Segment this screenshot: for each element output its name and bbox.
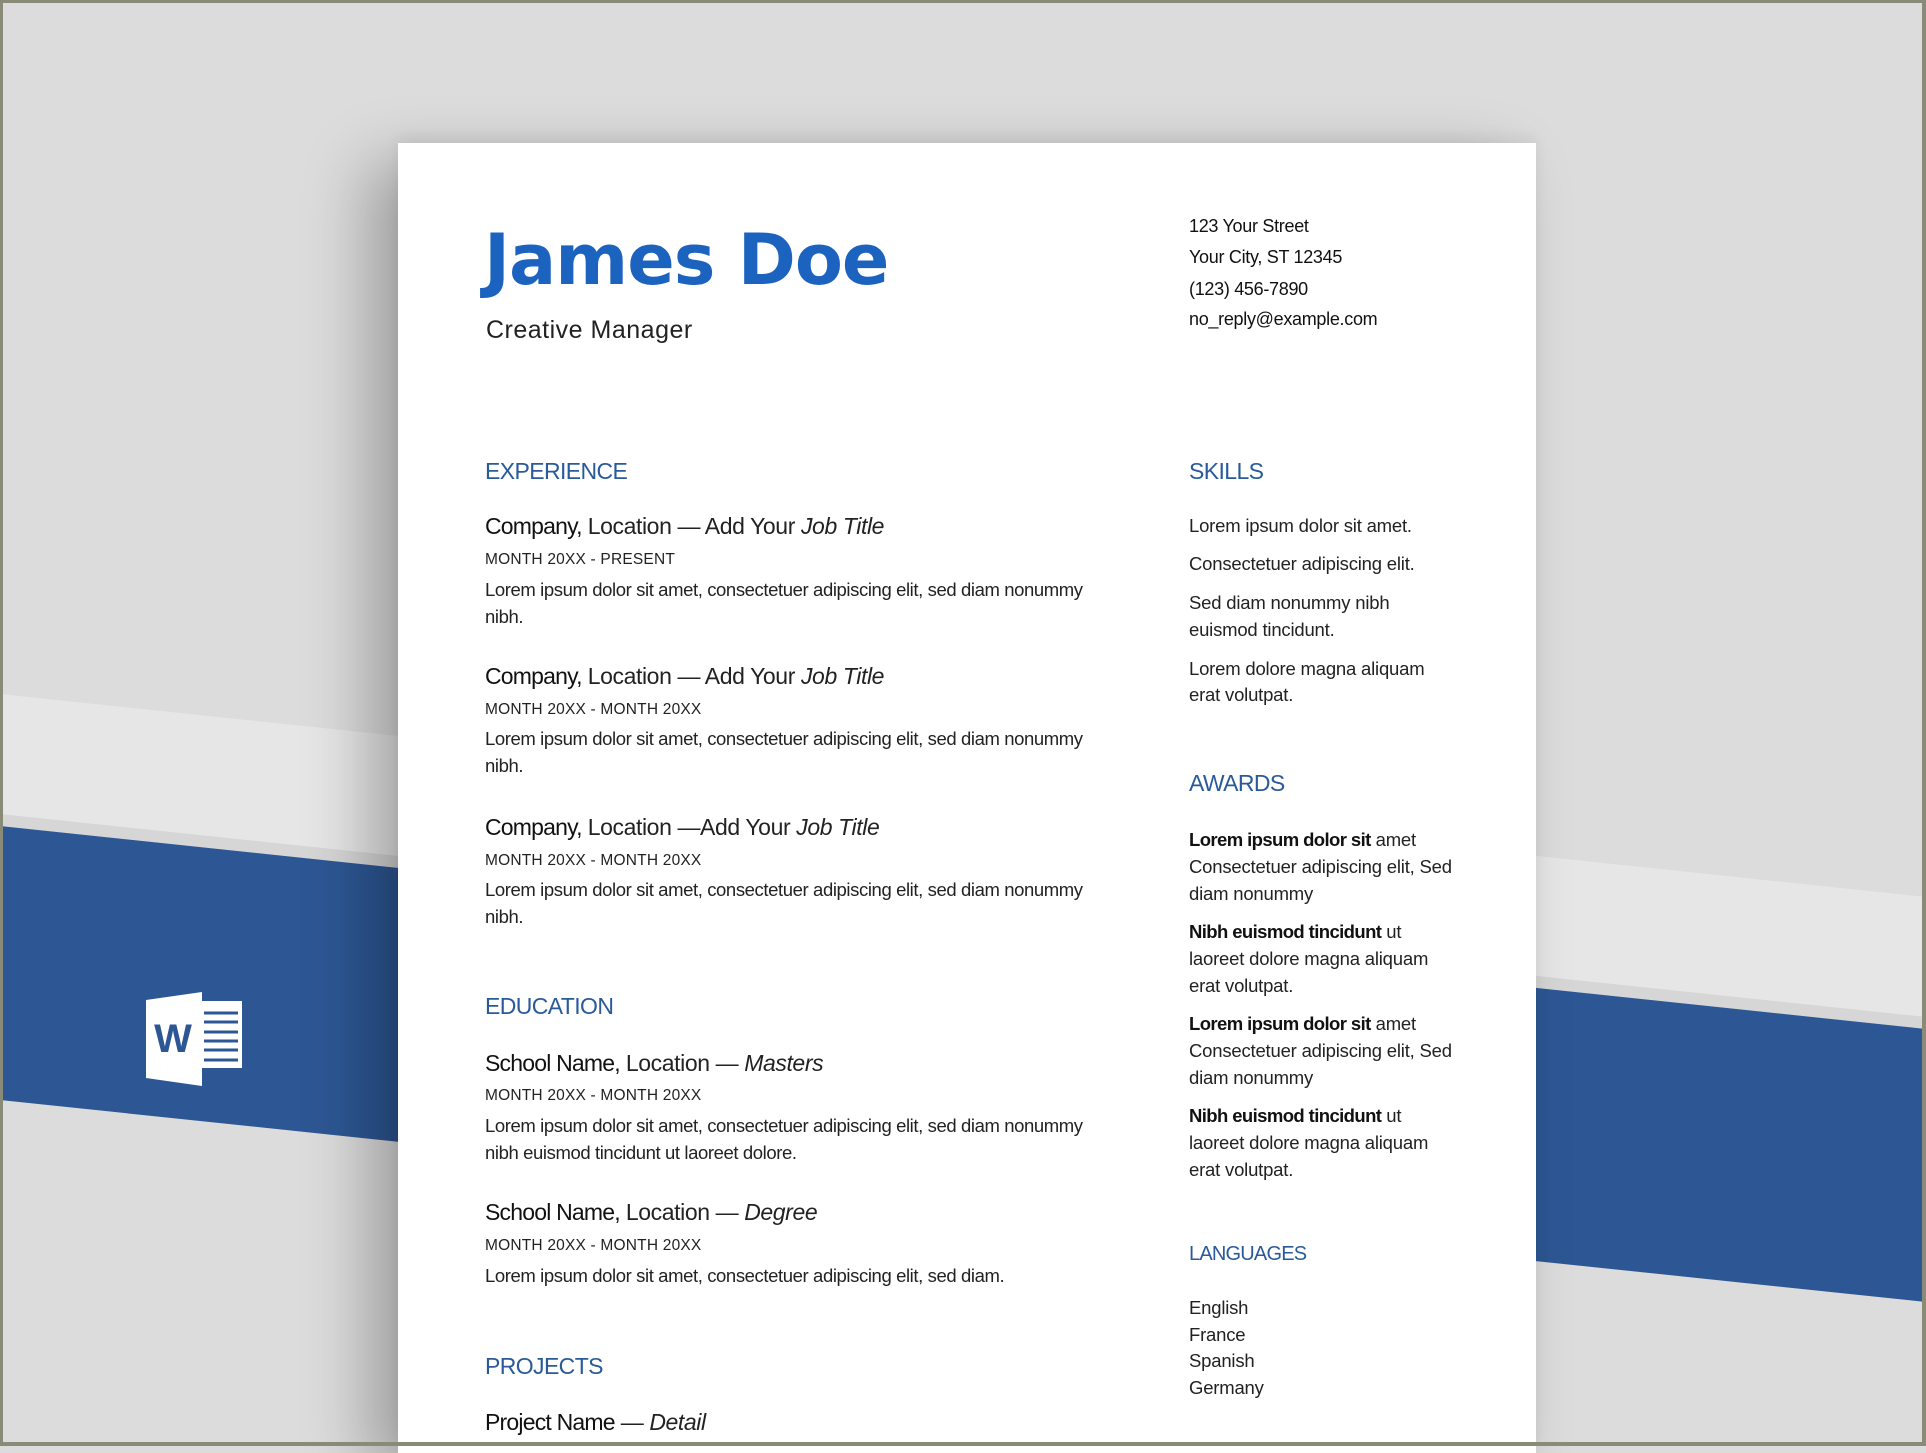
experience-entry-head: Company, Location — Add Your Job Title — [485, 513, 884, 540]
award-item-line: laoreet dolore magna aliquam — [1189, 948, 1429, 969]
degree: Masters — [744, 1050, 824, 1076]
award-item-line: Consectetuer adipiscing elit, Sed — [1189, 1040, 1452, 1061]
experience-heading: EXPERIENCE — [485, 458, 628, 484]
project-sep: — — [614, 1409, 650, 1435]
job-title: Job Title — [796, 814, 880, 840]
language-item: Germany — [1189, 1377, 1264, 1398]
experience-entry-head: Company, Location —Add Your Job Title — [485, 814, 880, 841]
award-item-title: Lorem ipsum dolor sit amet — [1189, 1013, 1416, 1035]
education-dates: MONTH 20XX - MONTH 20XX — [485, 1237, 702, 1254]
experience-desc-line: Lorem ipsum dolor sit amet, consectetuer… — [485, 579, 1083, 600]
education-entry-head: School Name, Location — Degree — [485, 1199, 818, 1226]
experience-desc-line: Lorem ipsum dolor sit amet, consectetuer… — [485, 879, 1083, 900]
resume-page: James Doe Creative Manager 123 Your Stre… — [398, 143, 1536, 1453]
location-text: Location —Add Your — [581, 814, 797, 840]
award-item-line: diam nonummy — [1189, 883, 1314, 904]
award-item-title: Nibh euismod tincidunt ut — [1189, 921, 1402, 943]
school-name: School Name, — [485, 1199, 621, 1225]
skill-item-cont: euismod tincidunt. — [1189, 619, 1335, 640]
project-entry-head: Project Name — Detail — [485, 1409, 706, 1436]
skill-item: Lorem ipsum dolor sit amet. — [1189, 515, 1412, 536]
experience-desc-line: Lorem ipsum dolor sit amet, consectetuer… — [485, 728, 1083, 749]
award-item-title: Lorem ipsum dolor sit amet — [1189, 829, 1416, 851]
award-item-line: erat volutpat. — [1189, 1159, 1294, 1180]
candidate-title: Creative Manager — [486, 316, 693, 344]
award-bold: Nibh euismod tincidunt — [1189, 1105, 1382, 1126]
education-heading: EDUCATION — [485, 993, 614, 1019]
award-rest: amet — [1370, 829, 1417, 850]
contact-phone: (123) 456-7890 — [1189, 279, 1308, 299]
language-item: France — [1189, 1324, 1246, 1345]
experience-desc-line: nibh. — [485, 755, 524, 776]
award-rest: amet — [1370, 1013, 1417, 1034]
award-item-line: Consectetuer adipiscing elit, Sed — [1189, 856, 1452, 877]
location-text: Location — Add Your — [581, 513, 801, 539]
award-rest: ut — [1381, 1105, 1402, 1126]
candidate-name: James Doe — [484, 219, 889, 301]
education-entry-head: School Name, Location — Masters — [485, 1050, 824, 1077]
contact-street: 123 Your Street — [1189, 216, 1309, 236]
languages-heading: LANGUAGES — [1189, 1243, 1307, 1265]
awards-heading: AWARDS — [1189, 770, 1285, 796]
education-desc-line: nibh euismod tincidunt ut laoreet dolore… — [485, 1142, 797, 1163]
award-bold: Nibh euismod tincidunt — [1189, 921, 1382, 942]
experience-dates: MONTH 20XX - MONTH 20XX — [485, 852, 702, 869]
language-item: English — [1189, 1297, 1249, 1318]
degree: Degree — [744, 1199, 818, 1225]
skill-item: Lorem dolore magna aliquam — [1189, 658, 1425, 679]
experience-dates: MONTH 20XX - MONTH 20XX — [485, 701, 702, 718]
skill-item: Consectetuer adipiscing elit. — [1189, 553, 1415, 574]
award-item-title: Nibh euismod tincidunt ut — [1189, 1105, 1402, 1127]
award-bold: Lorem ipsum dolor sit — [1189, 1013, 1371, 1034]
skill-item: Sed diam nonummy nibh — [1189, 592, 1390, 613]
contact-email[interactable]: no_reply@example.com — [1189, 309, 1378, 330]
language-item: Spanish — [1189, 1350, 1255, 1371]
experience-entry-head: Company, Location — Add Your Job Title — [485, 663, 884, 690]
location-text: Location — — [619, 1199, 745, 1225]
company-name: Company, — [485, 663, 583, 689]
award-item-line: diam nonummy — [1189, 1067, 1314, 1088]
award-item-line: erat volutpat. — [1189, 975, 1294, 996]
location-text: Location — Add Your — [581, 663, 801, 689]
education-dates: MONTH 20XX - MONTH 20XX — [485, 1087, 702, 1104]
award-item-line: laoreet dolore magna aliquam — [1189, 1132, 1429, 1153]
contact-city: Your City, ST 12345 — [1189, 247, 1343, 267]
school-name: School Name, — [485, 1050, 621, 1076]
skills-heading: SKILLS — [1189, 458, 1264, 484]
project-detail: Detail — [649, 1409, 706, 1435]
projects-heading: PROJECTS — [485, 1353, 603, 1379]
project-name: Project Name — [485, 1409, 616, 1435]
skill-item-cont: erat volutpat. — [1189, 684, 1294, 705]
award-bold: Lorem ipsum dolor sit — [1189, 829, 1371, 850]
experience-desc-line: nibh. — [485, 906, 524, 927]
company-name: Company, — [485, 814, 583, 840]
job-title: Job Title — [800, 663, 885, 689]
job-title: Job Title — [800, 513, 885, 539]
award-rest: ut — [1381, 921, 1402, 942]
education-desc-line: Lorem ipsum dolor sit amet, consectetuer… — [485, 1115, 1083, 1136]
svg-text:W: W — [154, 1017, 192, 1061]
experience-dates: MONTH 20XX - PRESENT — [485, 551, 676, 568]
company-name: Company, — [485, 513, 583, 539]
location-text: Location — — [619, 1050, 745, 1076]
education-desc-line: Lorem ipsum dolor sit amet, consectetuer… — [485, 1265, 1005, 1286]
experience-desc-line: nibh. — [485, 606, 524, 627]
word-icon: W — [146, 992, 244, 1086]
